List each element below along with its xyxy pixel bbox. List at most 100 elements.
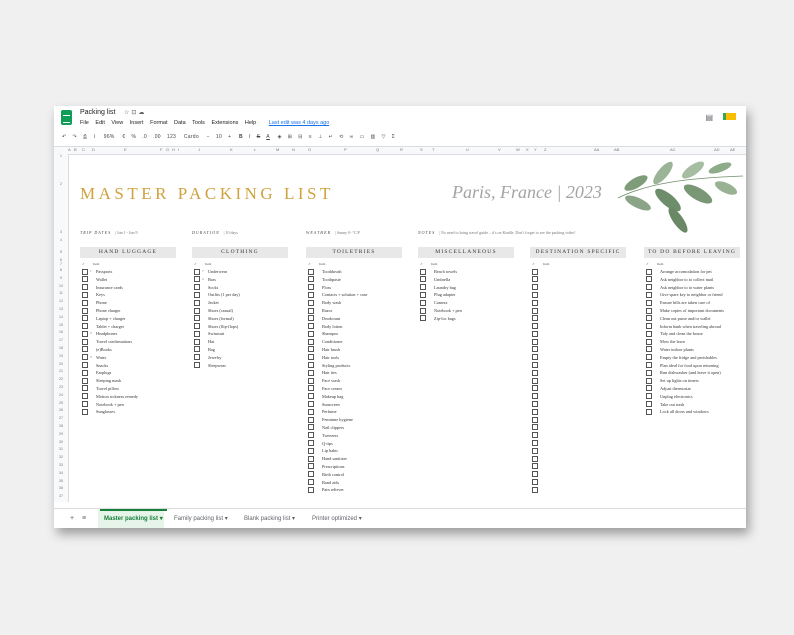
checkbox[interactable]	[532, 401, 538, 408]
column-header[interactable]: K	[230, 147, 233, 152]
item-label[interactable]: Hat	[208, 339, 214, 344]
comments-icon[interactable]: ▤	[705, 113, 713, 122]
checkbox[interactable]	[194, 307, 200, 314]
checkbox[interactable]	[532, 330, 538, 337]
row-header[interactable]: 25	[54, 401, 68, 405]
cloud-status-icon[interactable]: ☁	[138, 110, 146, 116]
column-header[interactable]: AE	[730, 147, 735, 152]
checkbox[interactable]	[194, 330, 200, 337]
checkbox[interactable]	[532, 268, 538, 275]
decrease-decimal-button[interactable]: .0	[142, 134, 147, 140]
column-header[interactable]: AC	[670, 147, 676, 152]
menu-tools[interactable]: Tools	[192, 120, 205, 126]
item-label[interactable]: Arrange accomodation for pet	[660, 269, 712, 274]
print-icon[interactable]: ⎙	[83, 134, 87, 140]
menu-data[interactable]: Data	[174, 120, 186, 126]
checkbox[interactable]	[532, 315, 538, 322]
tab-master-packing-list[interactable]: Master packing list ▾	[100, 509, 167, 522]
row-header[interactable]: 24	[54, 393, 68, 397]
row-header[interactable]: 9	[54, 276, 68, 280]
percent-button[interactable]: %	[131, 134, 136, 140]
column-header[interactable]: Q	[376, 147, 379, 152]
column-header[interactable]: V	[498, 147, 501, 152]
item-label[interactable]: Toothbrush	[322, 269, 342, 274]
checkbox[interactable]	[532, 416, 538, 423]
row-header[interactable]: 18	[54, 346, 68, 350]
item-label[interactable]: Unplug electronics	[660, 394, 693, 399]
checkbox[interactable]	[308, 362, 314, 369]
item-label[interactable]: Snacks	[96, 363, 108, 368]
item-label[interactable]: Makeup bag	[322, 394, 343, 399]
item-label[interactable]: Hair brush	[322, 347, 340, 352]
item-label[interactable]: Notebook + pen	[434, 308, 462, 313]
column-header[interactable]: B	[74, 147, 77, 152]
checkbox[interactable]	[532, 471, 538, 478]
item-label[interactable]: Hand sanitizer	[322, 456, 347, 461]
more-formats-button[interactable]: 123	[167, 134, 176, 140]
menu-help[interactable]: Help	[245, 120, 256, 126]
item-label[interactable]: Run dishwasher (and leave it open)	[660, 370, 721, 375]
checkbox[interactable]	[420, 276, 426, 283]
checkbox[interactable]	[82, 338, 88, 345]
item-label[interactable]: Tweezers	[322, 433, 338, 438]
checkbox[interactable]	[532, 291, 538, 298]
row-header[interactable]: 37	[54, 494, 68, 498]
checkbox[interactable]	[194, 276, 200, 283]
checkbox[interactable]	[646, 284, 652, 291]
item-label[interactable]: Shoes (formal)	[208, 316, 234, 321]
item-label[interactable]: Plan ideal for food upon returning	[660, 363, 719, 368]
checkbox[interactable]	[646, 346, 652, 353]
checkbox[interactable]	[532, 440, 538, 447]
checkbox[interactable]	[82, 268, 88, 275]
row-header[interactable]: 1	[54, 154, 68, 158]
checkbox[interactable]	[308, 385, 314, 392]
row-header[interactable]: 22	[54, 377, 68, 381]
redo-icon[interactable]: ↷	[73, 134, 78, 140]
checkbox[interactable]	[646, 393, 652, 400]
checkbox[interactable]	[194, 268, 200, 275]
checkbox[interactable]	[646, 401, 652, 408]
all-sheets-button[interactable]: ≡	[82, 515, 86, 522]
column-header[interactable]: T	[432, 147, 434, 152]
item-label[interactable]: Make copies of important documents	[660, 308, 724, 313]
row-header[interactable]: 31	[54, 447, 68, 451]
checkbox[interactable]	[308, 432, 314, 439]
column-header[interactable]: A	[68, 147, 71, 152]
item-label[interactable]: Band aids	[322, 480, 339, 485]
checkbox[interactable]	[82, 408, 88, 415]
item-label[interactable]: Laptop + charger	[96, 316, 126, 321]
fill-color-icon[interactable]: ◈	[278, 134, 282, 140]
checkbox[interactable]	[532, 369, 538, 376]
strikethrough-button[interactable]: S	[257, 134, 261, 140]
item-label[interactable]: Lock all doors and windows	[660, 409, 709, 414]
checkbox[interactable]	[532, 299, 538, 306]
checkbox[interactable]	[308, 471, 314, 478]
row-header[interactable]: 29	[54, 432, 68, 436]
row-header[interactable]: 34	[54, 471, 68, 475]
checkbox[interactable]	[532, 479, 538, 486]
checkbox[interactable]	[646, 299, 652, 306]
checkbox[interactable]	[532, 354, 538, 361]
checkbox[interactable]	[194, 315, 200, 322]
checkbox[interactable]	[646, 408, 652, 415]
item-label[interactable]: Outfits (1 per day)	[208, 292, 240, 297]
item-label[interactable]: Birth control	[322, 472, 344, 477]
checkbox[interactable]	[646, 307, 652, 314]
checkbox[interactable]	[82, 284, 88, 291]
tab-family-packing-list[interactable]: Family packing list ▾	[174, 515, 228, 522]
checkbox[interactable]	[308, 299, 314, 306]
item-label[interactable]: Laundry bag	[434, 285, 456, 290]
menu-extensions[interactable]: Extensions	[211, 120, 238, 126]
item-label[interactable]: Tablet + charger	[96, 324, 124, 329]
item-label[interactable]: Perfume	[322, 409, 337, 414]
checkbox[interactable]	[82, 385, 88, 392]
menu-view[interactable]: View	[111, 120, 123, 126]
row-header[interactable]: 7	[54, 262, 68, 266]
row-header[interactable]: 23	[54, 385, 68, 389]
checkbox[interactable]	[82, 291, 88, 298]
checkbox[interactable]	[308, 486, 314, 493]
column-header[interactable]: R	[400, 147, 403, 152]
checkbox[interactable]	[194, 362, 200, 369]
checkbox[interactable]	[308, 315, 314, 322]
checkbox[interactable]	[646, 377, 652, 384]
